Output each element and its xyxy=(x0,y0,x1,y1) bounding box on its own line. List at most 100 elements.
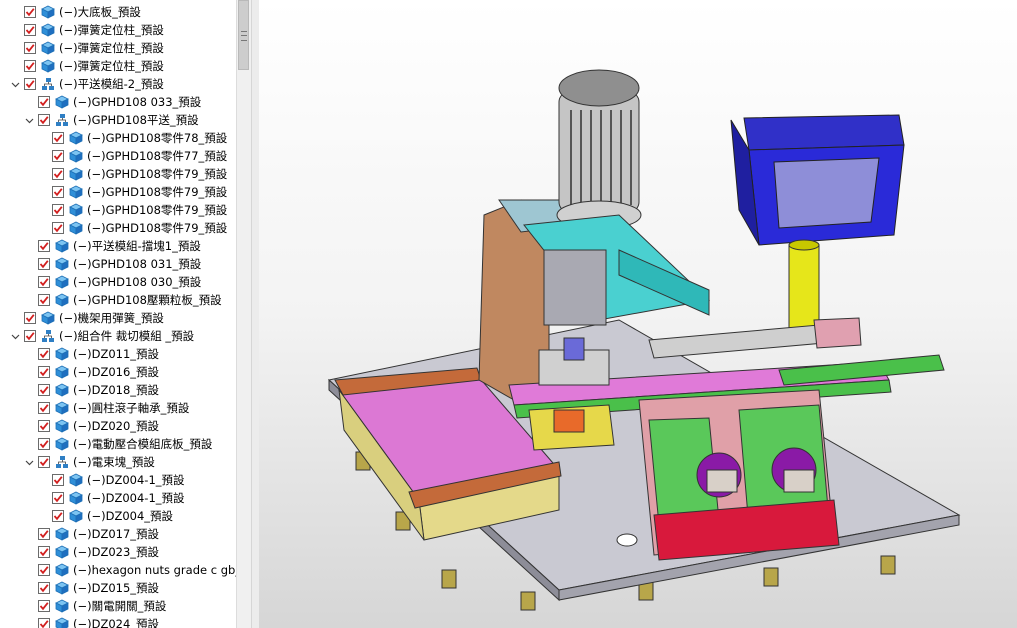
visibility-checkbox[interactable] xyxy=(38,384,50,396)
scrollbar-thumb[interactable] xyxy=(238,0,249,70)
tree-item[interactable]: (−)DZ015_預設 xyxy=(0,579,159,597)
tree-item[interactable]: (−)彈簧定位柱_預設 xyxy=(0,57,164,75)
visibility-checkbox[interactable] xyxy=(24,330,36,342)
visibility-checkbox[interactable] xyxy=(52,510,64,522)
visibility-checkbox[interactable] xyxy=(38,402,50,414)
tree-item[interactable]: (−)電動壓合模組底板_預設 xyxy=(0,435,212,453)
tree-item[interactable]: (−)GPHD108零件79_預設 xyxy=(0,219,227,237)
tree-item[interactable]: (−)DZ004_預設 xyxy=(0,507,173,525)
visibility-checkbox[interactable] xyxy=(24,24,36,36)
visibility-checkbox[interactable] xyxy=(52,168,64,180)
cube-part-icon xyxy=(69,203,83,217)
visibility-checkbox[interactable] xyxy=(38,582,50,594)
visibility-checkbox[interactable] xyxy=(52,222,64,234)
tree-item[interactable]: (−)GPHD108零件78_預設 xyxy=(0,129,227,147)
visibility-checkbox[interactable] xyxy=(24,78,36,90)
chevron-down-icon[interactable] xyxy=(10,331,21,342)
visibility-checkbox[interactable] xyxy=(52,204,64,216)
cube-part-icon xyxy=(55,563,69,577)
tree-item[interactable]: (−)組合件 裁切模組 _預設 xyxy=(0,327,194,345)
tree-item[interactable]: (−)DZ017_預設 xyxy=(0,525,159,543)
visibility-checkbox[interactable] xyxy=(38,348,50,360)
expand-spacer xyxy=(24,367,35,378)
tree-item[interactable]: (−)GPHD108 030_預設 xyxy=(0,273,201,291)
cube-part-icon xyxy=(69,473,83,487)
visibility-checkbox[interactable] xyxy=(24,42,36,54)
tree-item[interactable]: (−)GPHD108 033_預設 xyxy=(0,93,201,111)
chevron-down-icon[interactable] xyxy=(24,115,35,126)
visibility-checkbox[interactable] xyxy=(38,546,50,558)
tree-item-label: (−)平送模組-擋塊1_預設 xyxy=(73,239,201,253)
tree-scrollbar[interactable] xyxy=(236,0,251,628)
visibility-checkbox[interactable] xyxy=(38,456,50,468)
tree-item[interactable]: (−)DZ004-1_預設 xyxy=(0,471,185,489)
visibility-checkbox[interactable] xyxy=(38,420,50,432)
visibility-checkbox[interactable] xyxy=(24,60,36,72)
tree-item-label: (−)組合件 裁切模組 _預設 xyxy=(59,329,195,343)
chevron-down-icon[interactable] xyxy=(24,457,35,468)
visibility-checkbox[interactable] xyxy=(24,6,36,18)
expand-spacer xyxy=(24,295,35,306)
tree-item[interactable]: (−)DZ004-1_預設 xyxy=(0,489,185,507)
expand-spacer xyxy=(38,151,49,162)
3d-viewport[interactable] xyxy=(259,0,1017,628)
tree-item[interactable]: (−)關電開關_預設 xyxy=(0,597,166,615)
tree-item[interactable]: (−)DZ023_預設 xyxy=(0,543,159,561)
tree-item[interactable]: (−)GPHD108零件77_預設 xyxy=(0,147,227,165)
tree-item[interactable]: (−)GPHD108平送_預設 xyxy=(0,111,199,129)
tree-item[interactable]: (−)電束塊_預設 xyxy=(0,453,155,471)
visibility-checkbox[interactable] xyxy=(52,132,64,144)
tree-item-label: (−)GPHD108零件78_預設 xyxy=(87,131,228,145)
tree-item[interactable]: (−)彈簧定位柱_預設 xyxy=(0,39,164,57)
tree-item-label: (−)DZ017_預設 xyxy=(73,527,160,541)
tree-item-label: (−)DZ018_預設 xyxy=(73,383,160,397)
cube-part-icon xyxy=(41,41,55,55)
tree-item[interactable]: (−)彈簧定位柱_預設 xyxy=(0,21,164,39)
expand-spacer xyxy=(24,97,35,108)
tree-item-label: (−)GPHD108零件79_預設 xyxy=(87,221,228,235)
tree-item-label: (−)GPHD108 033_預設 xyxy=(73,95,202,109)
visibility-checkbox[interactable] xyxy=(52,186,64,198)
tree-item[interactable]: (−)大底板_預設 xyxy=(0,3,141,21)
tree-item[interactable]: (−)機架用彈簧_預設 xyxy=(0,309,164,327)
visibility-checkbox[interactable] xyxy=(38,294,50,306)
feature-tree[interactable]: (−)大底板_預設 (−)彈簧定位柱_預設 (−)彈簧定位柱_預設 (−)彈簧定位柱_… xyxy=(0,0,236,628)
visibility-checkbox[interactable] xyxy=(52,492,64,504)
tree-item[interactable]: (−)圓柱滾子軸承_預設 xyxy=(0,399,189,417)
tree-item[interactable]: (−)hexagon nuts grade c gb_G xyxy=(0,561,236,579)
tree-item[interactable]: (−)平送模組-擋塊1_預設 xyxy=(0,237,201,255)
visibility-checkbox[interactable] xyxy=(24,312,36,324)
visibility-checkbox[interactable] xyxy=(38,114,50,126)
tree-item[interactable]: (−)GPHD108零件79_預設 xyxy=(0,183,227,201)
chevron-down-icon[interactable] xyxy=(10,79,21,90)
tree-item[interactable]: (−)DZ024_預設 xyxy=(0,615,159,628)
tree-item[interactable]: (−)GPHD108零件79_預設 xyxy=(0,165,227,183)
tree-item-label: (−)DZ020_預設 xyxy=(73,419,160,433)
visibility-checkbox[interactable] xyxy=(38,528,50,540)
tree-item[interactable]: (−)GPHD108壓顆粒板_預設 xyxy=(0,291,222,309)
tree-item-label: (−)DZ004-1_預設 xyxy=(87,491,185,505)
visibility-checkbox[interactable] xyxy=(38,96,50,108)
tree-item-label: (−)GPHD108零件77_預設 xyxy=(87,149,228,163)
tree-item[interactable]: (−)DZ018_預設 xyxy=(0,381,159,399)
visibility-checkbox[interactable] xyxy=(38,618,50,628)
tree-item[interactable]: (−)GPHD108零件79_預設 xyxy=(0,201,227,219)
cube-part-icon xyxy=(55,347,69,361)
expand-spacer xyxy=(24,385,35,396)
expand-spacer xyxy=(24,277,35,288)
visibility-checkbox[interactable] xyxy=(52,150,64,162)
visibility-checkbox[interactable] xyxy=(38,600,50,612)
tree-item[interactable]: (−)DZ011_預設 xyxy=(0,345,159,363)
visibility-checkbox[interactable] xyxy=(38,240,50,252)
visibility-checkbox[interactable] xyxy=(38,258,50,270)
tree-item-label: (−)DZ015_預設 xyxy=(73,581,160,595)
visibility-checkbox[interactable] xyxy=(38,438,50,450)
visibility-checkbox[interactable] xyxy=(52,474,64,486)
tree-item[interactable]: (−)平送模組-2_預設 xyxy=(0,75,164,93)
tree-item[interactable]: (−)DZ016_預設 xyxy=(0,363,159,381)
visibility-checkbox[interactable] xyxy=(38,366,50,378)
visibility-checkbox[interactable] xyxy=(38,564,50,576)
tree-item[interactable]: (−)DZ020_預設 xyxy=(0,417,159,435)
visibility-checkbox[interactable] xyxy=(38,276,50,288)
tree-item[interactable]: (−)GPHD108 031_預設 xyxy=(0,255,201,273)
